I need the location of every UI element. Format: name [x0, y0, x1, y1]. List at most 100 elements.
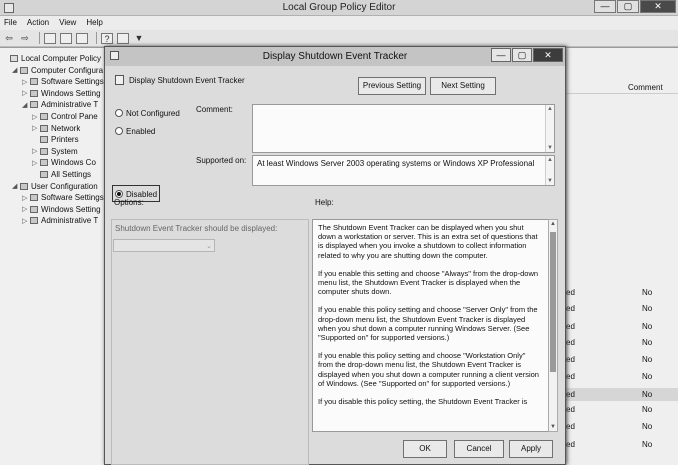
- tree-item[interactable]: ▷ Software Settings: [22, 76, 104, 87]
- list-cell-comment: No: [642, 440, 653, 449]
- menu-action[interactable]: Action: [27, 16, 49, 30]
- expand-caret-icon[interactable]: ▷: [22, 217, 30, 225]
- dialog-minimize-button[interactable]: —: [491, 48, 511, 62]
- expand-caret-icon[interactable]: ▷: [22, 89, 30, 97]
- expand-caret-icon[interactable]: ◢: [12, 66, 20, 74]
- ok-button[interactable]: OK: [403, 440, 447, 458]
- list-row[interactable]: ed No: [566, 320, 678, 333]
- maximize-button[interactable]: ▢: [617, 0, 639, 13]
- radio-enabled[interactable]: Enabled: [115, 125, 155, 137]
- tree-item[interactable]: ▷ Network: [32, 123, 80, 134]
- filter-icon[interactable]: ▼: [133, 33, 145, 44]
- back-icon[interactable]: ⇦: [3, 33, 15, 44]
- tree-item-label: Local Computer Policy: [21, 54, 102, 63]
- window-title: Local Group Policy Editor: [282, 2, 396, 13]
- show-hide-tree-icon[interactable]: [60, 32, 72, 44]
- help-panel: The Shutdown Event Tracker can be displa…: [312, 219, 549, 432]
- list-row[interactable]: ed No: [566, 403, 678, 416]
- list-row[interactable]: ed No: [566, 336, 678, 349]
- dialog-close-button[interactable]: ✕: [533, 48, 563, 62]
- scroll-down-icon[interactable]: ▼: [546, 144, 554, 152]
- list-cell-comment: No: [642, 422, 653, 431]
- radio-not-configured[interactable]: Not Configured: [115, 107, 180, 119]
- tree-item[interactable]: ▷ Software Settings: [22, 192, 104, 203]
- expand-caret-icon[interactable]: ▷: [22, 205, 30, 213]
- list-row[interactable]: ed No: [566, 353, 678, 366]
- shutdown-tracker-dropdown[interactable]: ⌄: [113, 239, 215, 252]
- supported-on-label: Supported on:: [196, 156, 247, 165]
- tree-item-label: All Settings: [51, 170, 92, 179]
- scroll-thumb[interactable]: [550, 232, 556, 372]
- close-button[interactable]: ✕: [640, 0, 676, 13]
- comment-textbox[interactable]: ▲ ▼: [252, 104, 555, 153]
- scroll-up-icon[interactable]: ▲: [546, 105, 554, 113]
- list-row[interactable]: ed No: [566, 420, 678, 433]
- menu-help[interactable]: Help: [86, 16, 102, 30]
- list-row[interactable]: ed No: [566, 388, 678, 401]
- dialog-maximize-button[interactable]: ▢: [512, 48, 532, 62]
- export-list-icon[interactable]: [76, 32, 88, 44]
- previous-setting-button[interactable]: Previous Setting: [358, 77, 426, 95]
- menu-file[interactable]: File: [4, 16, 17, 30]
- expand-caret-icon[interactable]: ▷: [32, 147, 40, 155]
- tree-item[interactable]: Printers: [32, 134, 79, 145]
- list-row[interactable]: ed No: [566, 438, 678, 451]
- expand-caret-icon[interactable]: ▷: [32, 159, 40, 167]
- expand-caret-icon[interactable]: ▷: [32, 113, 40, 121]
- menu-view[interactable]: View: [59, 16, 76, 30]
- help-paragraph: If you enable this policy setting and ch…: [318, 351, 539, 388]
- tree-item[interactable]: ◢ User Configuration: [12, 181, 98, 192]
- cancel-button[interactable]: Cancel: [454, 440, 504, 458]
- help-paragraph: The Shutdown Event Tracker can be displa…: [318, 223, 538, 260]
- apply-button[interactable]: Apply: [509, 440, 553, 458]
- help-paragraph: If you disable this policy setting, the …: [318, 397, 528, 407]
- tree-item[interactable]: ▷ Windows Setting: [22, 88, 101, 99]
- help-icon[interactable]: ?: [101, 32, 113, 44]
- tree-item[interactable]: ◢ Administrative T: [22, 99, 98, 110]
- list-cell-comment: No: [642, 322, 653, 331]
- next-setting-button[interactable]: Next Setting: [430, 77, 496, 95]
- expand-caret-icon[interactable]: ◢: [12, 182, 20, 190]
- scroll-down-icon[interactable]: ▼: [546, 177, 554, 185]
- tree-item-label: Administrative T: [41, 100, 99, 110]
- tree-item[interactable]: ▷ Administrative T: [22, 215, 98, 226]
- tree-item[interactable]: ▷ Windows Setting: [22, 204, 101, 215]
- properties-icon[interactable]: [117, 32, 129, 44]
- tree-item[interactable]: ▷ Windows Co: [32, 157, 96, 168]
- radio-enabled-dot[interactable]: [115, 127, 123, 135]
- up-folder-icon[interactable]: [44, 32, 56, 44]
- scroll-down-icon[interactable]: ▼: [550, 424, 556, 430]
- help-scrollbar[interactable]: ▲ ▼: [548, 219, 558, 432]
- folder-icon: [20, 182, 28, 190]
- list-row[interactable]: ed No: [566, 286, 678, 299]
- scroll-up-icon[interactable]: ▲: [550, 221, 556, 227]
- tree-item[interactable]: ◢ Computer Configura: [12, 65, 103, 76]
- tree-item-label: Software Settings: [41, 193, 104, 203]
- list-row[interactable]: ed No: [566, 370, 678, 383]
- forward-icon[interactable]: ⇨: [19, 33, 31, 44]
- minimize-button[interactable]: —: [594, 0, 616, 13]
- tree-item[interactable]: Local Computer Policy: [2, 53, 101, 64]
- tree-item[interactable]: All Settings: [32, 169, 91, 180]
- tree-item[interactable]: ▷ System: [32, 146, 78, 157]
- list-cell-state: ed: [566, 355, 575, 364]
- list-cell-state: ed: [566, 440, 575, 449]
- folder-icon: [20, 66, 28, 74]
- expand-caret-icon[interactable]: ▷: [32, 124, 40, 132]
- expand-caret-icon[interactable]: ▷: [22, 78, 30, 86]
- list-row[interactable]: ed No: [566, 302, 678, 315]
- folder-icon: [40, 136, 48, 144]
- expand-caret-icon[interactable]: ◢: [22, 101, 30, 109]
- tree-item-label: Software Settings: [41, 77, 104, 87]
- radio-not-configured-dot[interactable]: [115, 109, 123, 117]
- folder-icon: [40, 147, 48, 155]
- tree-item[interactable]: ▷ Control Pane: [32, 111, 98, 122]
- scroll-up-icon[interactable]: ▲: [546, 156, 554, 164]
- supported-on-scrollbar[interactable]: ▲ ▼: [545, 156, 554, 185]
- radio-disabled-dot[interactable]: [115, 190, 123, 198]
- toolbar-separator: [96, 32, 97, 44]
- expand-caret-icon[interactable]: ▷: [22, 194, 30, 202]
- comment-scrollbar[interactable]: ▲ ▼: [545, 105, 554, 152]
- comment-column-header[interactable]: Comment: [628, 83, 663, 92]
- list-cell-comment: No: [642, 338, 653, 347]
